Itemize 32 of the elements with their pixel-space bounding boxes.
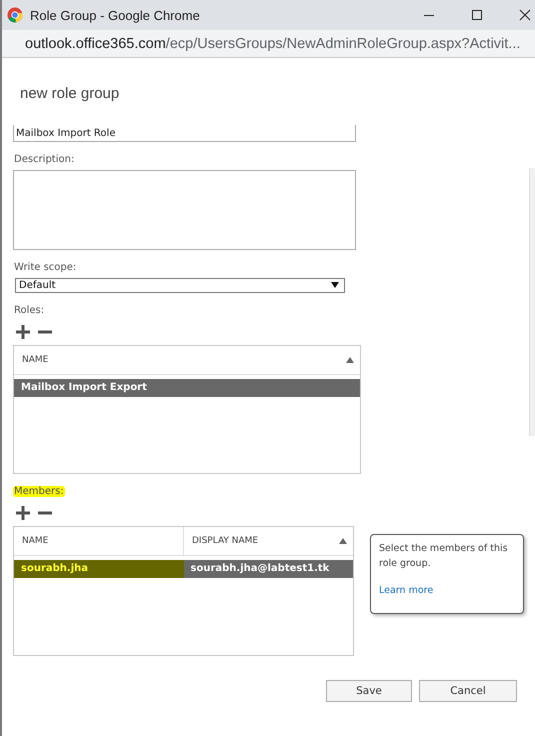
table-row[interactable]: Mailbox Import Export (14, 379, 360, 397)
section-label: Roles: (13, 305, 46, 316)
field-label: Description: (13, 154, 76, 165)
column-header[interactable]: NAME (14, 346, 360, 374)
description-field[interactable] (13, 170, 356, 250)
maximize-icon[interactable] (471, 9, 483, 21)
dialog-button[interactable]: Save (326, 680, 412, 702)
url-text: outlook.office365.com/ecp/UsersGroups/NewAdminRoleGroup.aspx?Activit... (25, 36, 520, 52)
close-icon[interactable] (519, 9, 531, 21)
add-icon[interactable] (16, 325, 30, 339)
table-cell-text: sourabh.jha@labtest1.tk (190, 562, 330, 576)
section-label: Members: (13, 486, 65, 497)
browser-logo-icon[interactable] (7, 7, 23, 23)
field-label: Write scope: (13, 262, 78, 273)
caret-icon[interactable] (331, 282, 339, 288)
table-cell: sourabh.jha (14, 560, 184, 578)
address-bar[interactable]: outlook.office365.com/ecp/UsersGroups/NewAdminRoleGroup.aspx?Activit... (2, 30, 535, 58)
table-row[interactable]: sourabh.jha sourabh.jha@labtest1.tk (14, 560, 353, 578)
write-scope-dropdown[interactable]: Default (15, 278, 345, 293)
name-field[interactable]: Mailbox Import Role (13, 125, 356, 142)
window-title: Role Group - Google Chrome (30, 8, 200, 22)
dialog-button[interactable]: Cancel (419, 680, 517, 702)
column-header[interactable]: NAME (14, 527, 183, 555)
add-icon[interactable] (16, 506, 30, 520)
learn-more-link[interactable]: Learn more (379, 585, 515, 596)
sort-icon[interactable] (339, 538, 347, 544)
sort-icon[interactable] (346, 357, 354, 363)
column-header[interactable]: DISPLAY NAME (183, 527, 353, 555)
callout-text: Select the members of this role group. (379, 542, 509, 571)
table-cell-text: Mailbox Import Export (21, 381, 147, 395)
scrollbar[interactable] (529, 168, 535, 436)
page-title: new role group (20, 85, 120, 104)
